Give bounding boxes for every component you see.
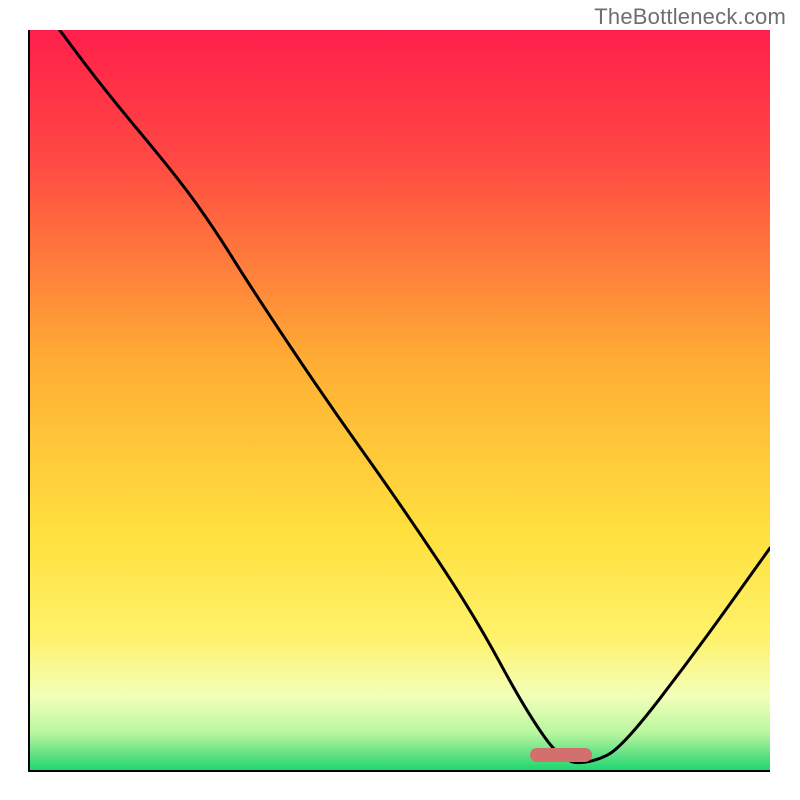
y-axis — [28, 30, 30, 772]
plot-area — [30, 30, 770, 770]
x-axis — [30, 770, 770, 772]
optimal-range-marker — [530, 748, 592, 762]
gradient-background — [30, 30, 770, 770]
watermark-text: TheBottleneck.com — [594, 4, 786, 30]
